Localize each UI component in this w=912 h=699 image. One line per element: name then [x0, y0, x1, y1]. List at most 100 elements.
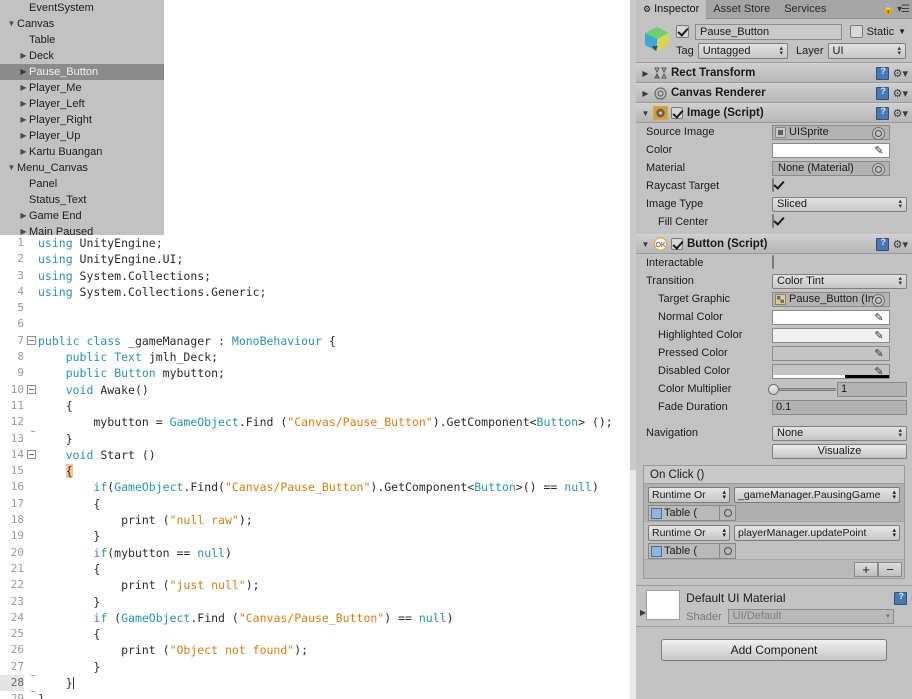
- gear-icon[interactable]: ⚙▾: [893, 67, 908, 80]
- add-component-button[interactable]: Add Component: [661, 639, 887, 661]
- help-book-icon[interactable]: [875, 106, 890, 120]
- code-line[interactable]: 10 void Awake(): [0, 382, 636, 398]
- gear-icon[interactable]: ⚙▾: [893, 107, 908, 120]
- eyedropper-icon[interactable]: ✎: [871, 144, 887, 159]
- chevron-down-icon[interactable]: ▼: [6, 160, 17, 176]
- source-image-picker-button[interactable]: [872, 126, 885, 140]
- hierarchy-item-deck[interactable]: ▶ Deck: [0, 48, 164, 64]
- fill-center-checkbox[interactable]: [772, 213, 774, 228]
- static-checkbox[interactable]: [849, 25, 863, 38]
- hierarchy-item-eventsystem[interactable]: ▶EventSystem: [0, 0, 164, 16]
- image-component-enabled-checkbox[interactable]: [671, 107, 683, 119]
- chevron-right-icon[interactable]: ▶: [18, 128, 29, 144]
- code-line[interactable]: 11 {: [0, 398, 636, 414]
- static-dropdown-arrow-icon[interactable]: ▼: [898, 27, 906, 36]
- fold-toggle-icon[interactable]: [24, 447, 38, 463]
- hierarchy-item-game-end[interactable]: ▶ Game End: [0, 208, 164, 224]
- code-line[interactable]: 6: [0, 316, 636, 332]
- hamburger-icon[interactable]: ▾☰: [894, 4, 912, 15]
- code-line[interactable]: 29}: [0, 691, 636, 699]
- chevron-right-icon[interactable]: ▶: [18, 144, 29, 160]
- static-toggle-group[interactable]: Static ▼: [849, 25, 906, 38]
- gear-icon[interactable]: ⚙▾: [893, 87, 908, 100]
- interactable-checkbox[interactable]: [772, 254, 774, 269]
- chevron-right-icon[interactable]: ▶: [18, 64, 29, 80]
- hierarchy-item-player-left[interactable]: ▶ Player_Left: [0, 96, 164, 112]
- code-line[interactable]: 25 {: [0, 626, 636, 642]
- help-book-icon[interactable]: [875, 237, 890, 251]
- tab-services[interactable]: Services: [777, 0, 833, 19]
- hierarchy-panel[interactable]: ▶EventSystem▼Canvas▶Table▶Deck▶Pause_But…: [0, 0, 164, 235]
- tab-asset-store[interactable]: Asset Store: [706, 0, 777, 19]
- eyedropper-icon[interactable]: ✎: [871, 329, 887, 344]
- function-dropdown[interactable]: playerManager.updatePoint: [734, 525, 900, 541]
- fold-box[interactable]: [26, 335, 36, 345]
- visualize-button[interactable]: Visualize: [772, 443, 907, 459]
- fade-duration-input[interactable]: 0.1: [772, 399, 907, 415]
- hierarchy-item-menu-canvas[interactable]: ▼ Menu_Canvas: [0, 160, 164, 176]
- runtime-mode-dropdown[interactable]: Runtime Or: [648, 525, 730, 541]
- code-line[interactable]: 23 }: [0, 594, 636, 610]
- target-object-field[interactable]: Table (: [648, 543, 736, 559]
- code-line[interactable]: 16 if(GameObject.Find("Canvas/Pause_Butt…: [0, 479, 636, 495]
- eyedropper-icon[interactable]: ✎: [871, 311, 887, 326]
- material-picker-button[interactable]: [872, 162, 885, 176]
- fold-toggle-icon[interactable]: [24, 382, 38, 398]
- code-line[interactable]: 21 {: [0, 561, 636, 577]
- hierarchy-item-pause-button[interactable]: ▶ Pause_Button: [0, 64, 164, 80]
- tag-dropdown[interactable]: Untagged: [697, 42, 788, 59]
- code-line[interactable]: 22 print ("just null");: [0, 577, 636, 593]
- chevron-right-icon[interactable]: ▶: [640, 89, 651, 98]
- code-line[interactable]: 14 void Start (): [0, 447, 636, 463]
- code-line[interactable]: 26 print ("Object not found");: [0, 642, 636, 658]
- hierarchy-item-main-paused[interactable]: ▶ Main Paused: [0, 224, 164, 235]
- code-line[interactable]: 12 mybutton = GameObject.Find ("Canvas/P…: [0, 414, 636, 430]
- fold-box[interactable]: [26, 384, 36, 394]
- help-book-icon[interactable]: [875, 66, 890, 80]
- code-line[interactable]: 24 if (GameObject.Find ("Canvas/Pause_Bu…: [0, 610, 636, 626]
- code-line[interactable]: 5: [0, 300, 636, 316]
- component-header-rect-transform[interactable]: ▶ Rect Transform ⚙▾: [636, 63, 912, 83]
- chevron-right-icon[interactable]: ▶: [18, 48, 29, 64]
- code-line[interactable]: 1 using UnityEngine;: [0, 235, 636, 251]
- component-header-button-script[interactable]: ▼ OK Button (Script) ⚙▾: [636, 234, 912, 254]
- fold-box[interactable]: [26, 449, 36, 459]
- color-multiplier-slider[interactable]: [768, 384, 836, 395]
- hierarchy-item-player-right[interactable]: ▶ Player_Right: [0, 112, 164, 128]
- hierarchy-item-canvas[interactable]: ▼ Canvas: [0, 16, 164, 32]
- code-line[interactable]: 19 }: [0, 528, 636, 544]
- lock-icon[interactable]: 🔒: [882, 4, 894, 15]
- chevron-down-icon[interactable]: ▼: [6, 16, 17, 32]
- target-object-field[interactable]: Table (: [648, 505, 736, 521]
- transition-dropdown[interactable]: Color Tint: [772, 273, 907, 289]
- chevron-right-icon[interactable]: ▶: [18, 208, 29, 224]
- tab-inspector[interactable]: ⚙ Inspector: [636, 0, 707, 19]
- raycast-target-checkbox[interactable]: [772, 177, 774, 192]
- gameobject-active-checkbox[interactable]: [676, 25, 689, 38]
- code-line[interactable]: 18 print ("null raw");: [0, 512, 636, 528]
- image-type-dropdown[interactable]: Sliced: [772, 196, 907, 212]
- code-editor[interactable]: 1 using UnityEngine; 2 using UnityEngine.UI…: [0, 235, 636, 699]
- chevron-down-icon[interactable]: ▼: [640, 240, 651, 249]
- hierarchy-item-player-me[interactable]: ▶ Player_Me: [0, 80, 164, 96]
- chevron-right-icon[interactable]: ▶: [18, 96, 29, 112]
- code-line[interactable]: 4 using System.Collections.Generic;: [0, 284, 636, 300]
- component-header-canvas-renderer[interactable]: ▶ Canvas Renderer ⚙▾: [636, 83, 912, 103]
- hierarchy-item-table[interactable]: ▶Table: [0, 32, 164, 48]
- code-line[interactable]: 2 using UnityEngine.UI;: [0, 251, 636, 267]
- eyedropper-icon[interactable]: ✎: [871, 347, 887, 362]
- slider-knob[interactable]: [768, 384, 779, 395]
- hierarchy-item-kartu-buangan[interactable]: ▶ Kartu Buangan: [0, 144, 164, 160]
- code-line[interactable]: 17 {: [0, 496, 636, 512]
- hierarchy-item-panel[interactable]: ▶Panel: [0, 176, 164, 192]
- color-multiplier-value[interactable]: 1: [837, 382, 907, 397]
- chevron-right-icon[interactable]: ▶: [18, 112, 29, 128]
- code-line[interactable]: 8 public Text jmlh_Deck;: [0, 349, 636, 365]
- gear-icon[interactable]: ⚙▾: [893, 238, 908, 251]
- object-picker-button[interactable]: [719, 544, 735, 558]
- add-event-button[interactable]: +: [854, 561, 878, 577]
- code-line[interactable]: 3 using System.Collections;: [0, 268, 636, 284]
- chevron-right-icon[interactable]: ▶: [18, 80, 29, 96]
- code-line[interactable]: 7 public class _gameManager : MonoBehavio…: [0, 333, 636, 349]
- code-line[interactable]: 28 }: [0, 675, 636, 692]
